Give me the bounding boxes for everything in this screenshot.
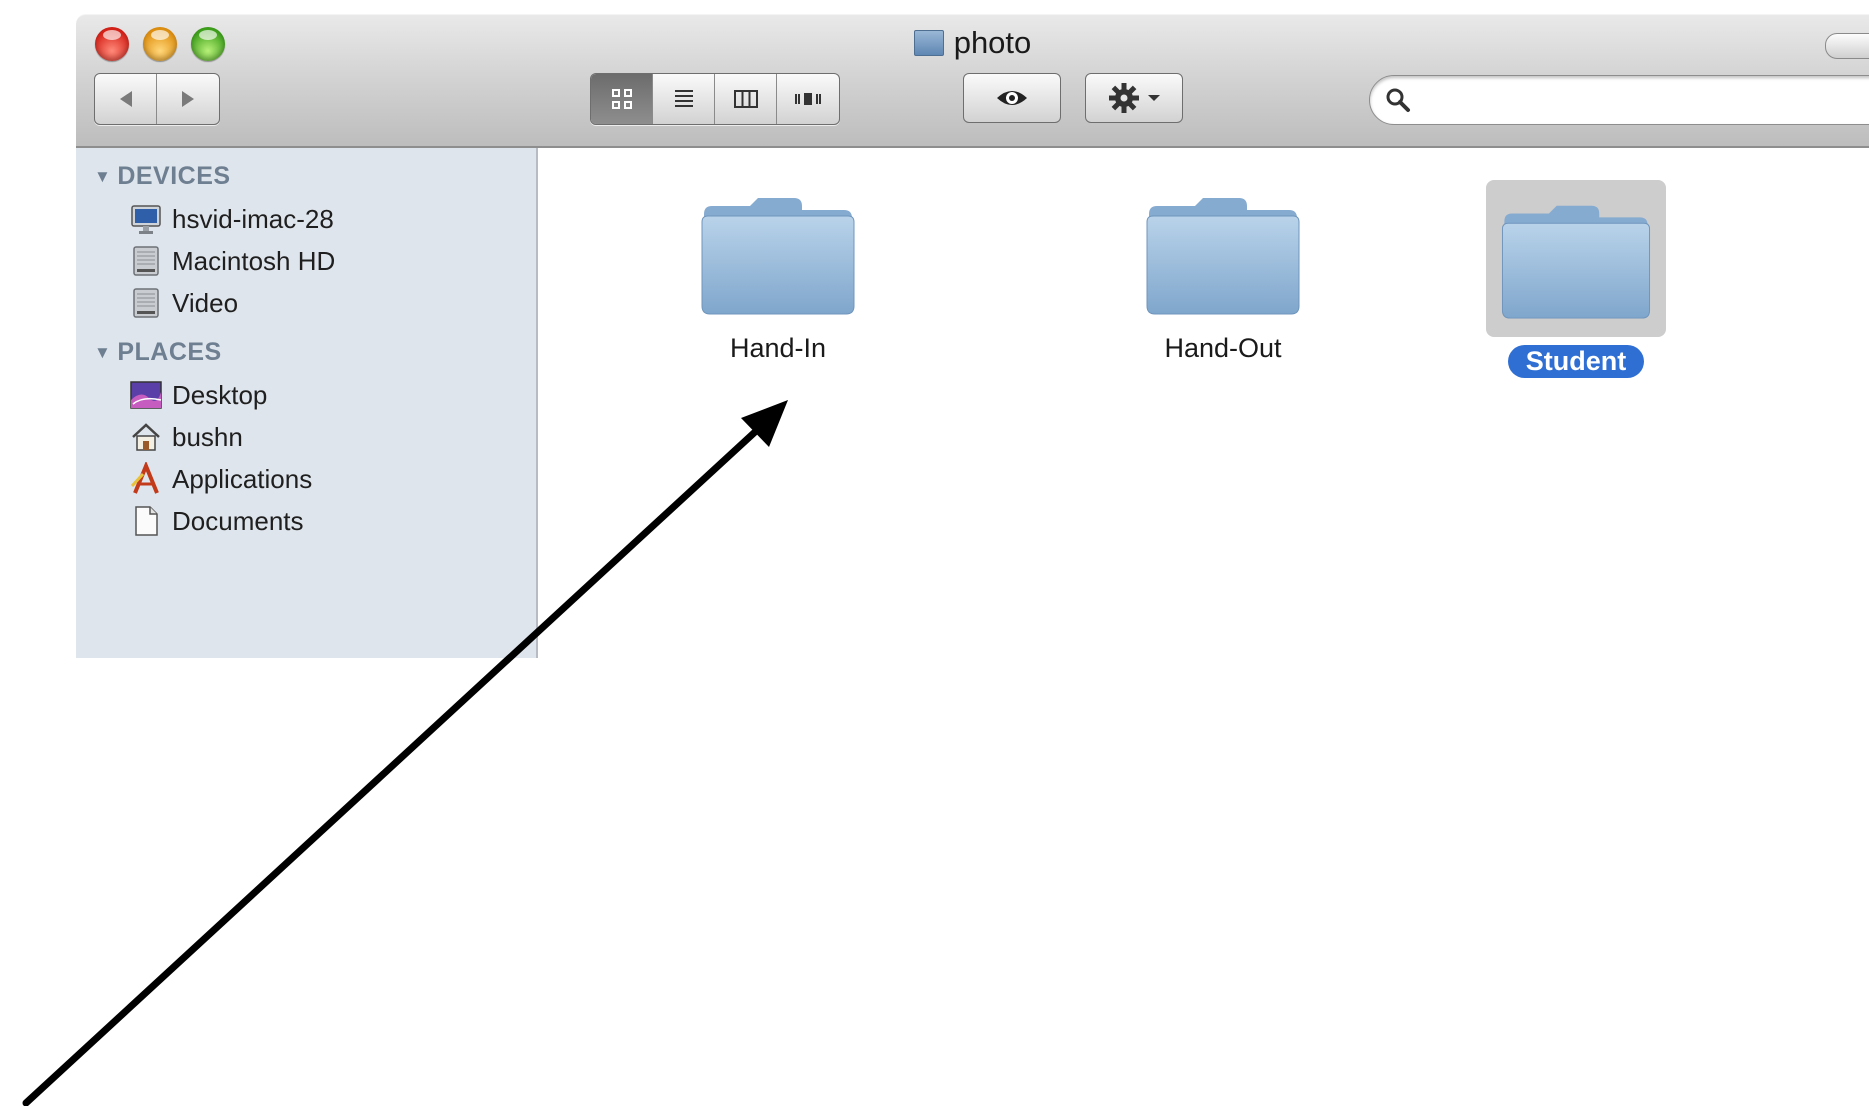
- section-title: PLACES: [117, 338, 222, 366]
- sidebar-item-label: bushn: [172, 421, 243, 452]
- disclosure-triangle-icon: ▼: [94, 343, 112, 362]
- search-field[interactable]: [1369, 75, 1869, 125]
- search-input[interactable]: [1422, 84, 1866, 116]
- folder-item-hand-out[interactable]: Hand-Out: [1128, 192, 1318, 364]
- sidebar-item-label: Video: [172, 287, 239, 318]
- file-browser: Hand-In Hand-Out Student: [538, 148, 1869, 1106]
- sidebar-item-label: Desktop: [172, 379, 268, 410]
- folder-label: Hand-Out: [1164, 333, 1282, 363]
- sidebar-item-video[interactable]: Video: [129, 284, 238, 322]
- disclosure-triangle-icon: ▼: [94, 167, 112, 186]
- document-icon: [135, 506, 158, 536]
- list-view-button[interactable]: [653, 74, 715, 124]
- eye-icon: [997, 91, 1027, 105]
- column-view-icon: [733, 90, 758, 108]
- folder-item-student[interactable]: Student: [1486, 180, 1666, 378]
- coverflow-view-icon: [795, 93, 821, 105]
- folder-item-hand-in[interactable]: Hand-In: [683, 192, 873, 364]
- imac-icon: [131, 205, 161, 234]
- folder-icon: [913, 30, 944, 56]
- folder-label: Hand-In: [729, 333, 827, 363]
- desktop-icon: [130, 381, 162, 409]
- sidebar-item-label: hsvid-imac-28: [172, 203, 334, 234]
- sidebar-item-hsvid-imac-28[interactable]: hsvid-imac-28: [129, 200, 334, 238]
- sidebar-section-devices[interactable]: ▼ DEVICES: [94, 162, 231, 191]
- finder-window: photo ▼ DEVICES hsvid-imac-28 Macintosh …: [76, 14, 1869, 1106]
- window-title: photo: [76, 25, 1869, 61]
- gear-icon: [1109, 83, 1139, 113]
- home-icon: [132, 423, 160, 451]
- sidebar-item-applications[interactable]: Applications: [129, 460, 312, 498]
- column-view-button[interactable]: [715, 74, 777, 124]
- sidebar-item-documents[interactable]: Documents: [129, 502, 304, 540]
- forward-button[interactable]: [157, 74, 219, 124]
- folder-label: Student: [1507, 345, 1645, 378]
- view-mode-buttons: [590, 73, 840, 125]
- hard-drive-icon: [133, 288, 159, 318]
- sidebar-item-bushn[interactable]: bushn: [129, 418, 243, 456]
- folder-icon: [701, 198, 855, 315]
- sidebar-item-label: Documents: [172, 505, 304, 536]
- chevron-down-icon: [1148, 95, 1160, 101]
- toolbar: photo: [76, 14, 1869, 148]
- icon-view-icon: [611, 89, 632, 109]
- forward-arrow-icon: [182, 91, 194, 107]
- folder-icon: [1146, 198, 1300, 315]
- icon-view-button[interactable]: [591, 74, 653, 124]
- list-view-icon: [674, 90, 693, 107]
- quick-look-button[interactable]: [963, 73, 1061, 123]
- back-button[interactable]: [95, 74, 157, 124]
- sidebar-section-places[interactable]: ▼ PLACES: [94, 338, 222, 367]
- sidebar-item-macintosh-hd[interactable]: Macintosh HD: [129, 242, 335, 280]
- sidebar: ▼ DEVICES hsvid-imac-28 Macintosh HD Vid…: [76, 148, 538, 658]
- section-title: DEVICES: [117, 162, 231, 190]
- applications-icon: [130, 462, 159, 494]
- hard-drive-icon: [133, 246, 159, 276]
- sidebar-item-label: Macintosh HD: [172, 245, 336, 276]
- navigation-buttons: [94, 73, 220, 125]
- sidebar-item-desktop[interactable]: Desktop: [129, 376, 267, 414]
- coverflow-view-button[interactable]: [777, 74, 839, 124]
- window-title-text: photo: [953, 25, 1032, 60]
- folder-icon: [1501, 205, 1651, 319]
- selection-highlight: [1486, 180, 1666, 337]
- search-icon: [1386, 88, 1410, 112]
- back-arrow-icon: [119, 91, 132, 107]
- action-menu-button[interactable]: [1085, 73, 1183, 123]
- toolbar-toggle-button[interactable]: [1825, 33, 1869, 59]
- sidebar-item-label: Applications: [172, 463, 313, 494]
